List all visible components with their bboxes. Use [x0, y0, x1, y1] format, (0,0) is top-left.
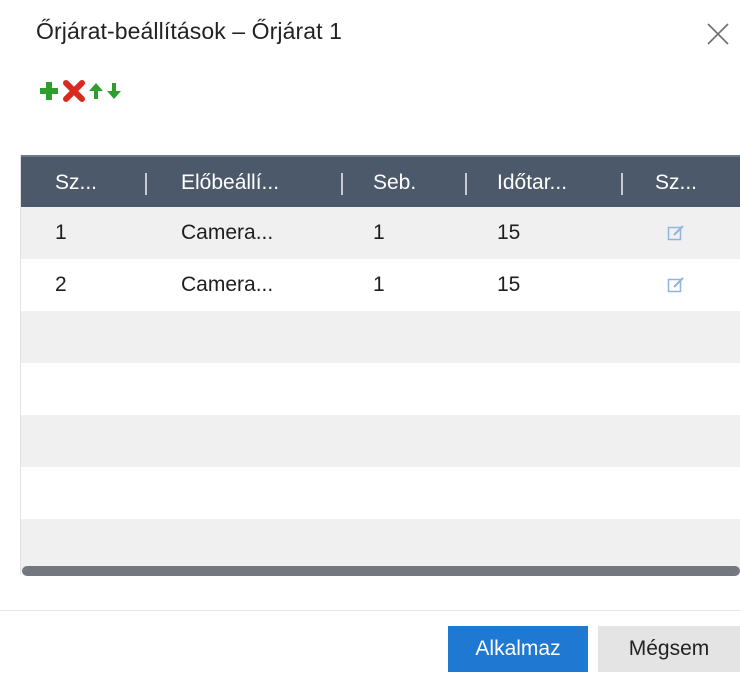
horizontal-scrollbar[interactable] [22, 566, 740, 576]
column-divider [465, 173, 467, 195]
table-row[interactable]: 2 Camera... 1 15 [21, 259, 740, 311]
cell-duration: 15 [497, 221, 521, 244]
empty-row [21, 415, 740, 467]
empty-row [21, 519, 740, 571]
add-icon[interactable] [38, 80, 60, 107]
title-bar: Őrjárat-beállítások – Őrjárat 1 [0, 0, 740, 66]
close-icon[interactable] [702, 18, 734, 50]
column-divider [145, 173, 147, 195]
delete-icon[interactable] [62, 79, 86, 108]
cell-speed: 1 [373, 273, 385, 296]
dialog-title: Őrjárat-beállítások – Őrjárat 1 [36, 18, 343, 44]
cell-preset: Camera... [181, 273, 274, 296]
edit-icon[interactable] [667, 224, 685, 247]
column-header-number[interactable]: Sz... [55, 157, 97, 209]
column-header-preset[interactable]: Előbeállí... [181, 157, 279, 209]
patrol-table: Sz... Előbeállí... Seb. Időtar... Sz... … [20, 155, 740, 575]
patrol-settings-dialog: Őrjárat-beállítások – Őrjárat 1 Sz... El… [0, 0, 740, 680]
apply-button[interactable]: Alkalmaz [448, 626, 588, 672]
column-header-duration[interactable]: Időtar... [497, 157, 567, 209]
cell-number: 1 [55, 221, 67, 244]
move-up-icon[interactable] [88, 81, 104, 106]
column-header-edit[interactable]: Sz... [655, 157, 697, 209]
column-header-speed[interactable]: Seb. [373, 157, 416, 209]
cancel-button[interactable]: Mégsem [598, 626, 740, 672]
empty-row [21, 311, 740, 363]
empty-row [21, 467, 740, 519]
cell-speed: 1 [373, 221, 385, 244]
toolbar [38, 79, 124, 108]
table-row[interactable]: 1 Camera... 1 15 [21, 207, 740, 259]
cell-preset: Camera... [181, 221, 274, 244]
cell-duration: 15 [497, 273, 521, 296]
column-divider [621, 173, 623, 195]
footer-divider [0, 610, 740, 611]
column-divider [341, 173, 343, 195]
empty-row [21, 363, 740, 415]
move-down-icon[interactable] [106, 81, 122, 106]
table-header: Sz... Előbeállí... Seb. Időtar... Sz... [21, 155, 740, 209]
cell-number: 2 [55, 273, 67, 296]
edit-icon[interactable] [667, 276, 685, 299]
